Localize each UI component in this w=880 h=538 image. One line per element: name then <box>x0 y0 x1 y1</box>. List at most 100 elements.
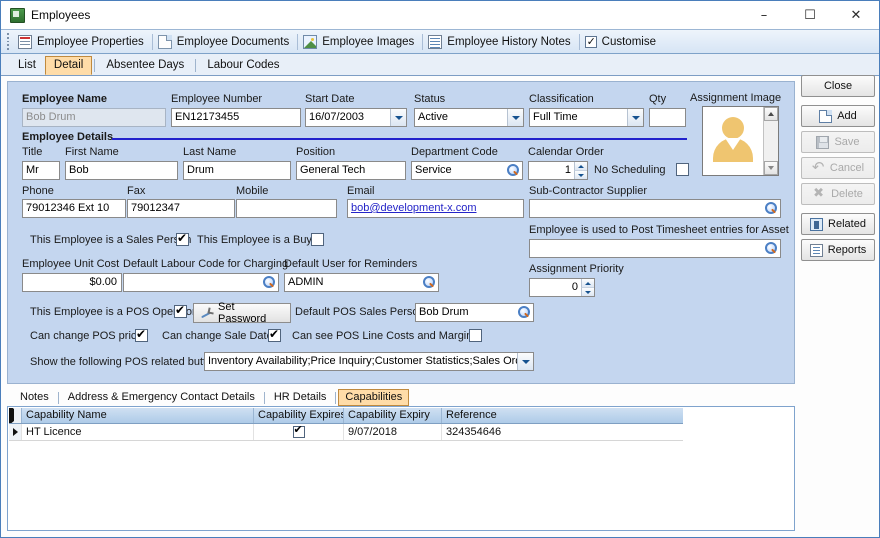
classification-combo[interactable]: Full Time <box>529 108 644 127</box>
group-divider <box>112 138 687 140</box>
set-password-label: Set Password <box>218 301 267 325</box>
window-controls: – ☐ ✕ <box>741 1 879 29</box>
stepper-buttons[interactable] <box>581 279 594 296</box>
tab-absentee-days[interactable]: Absentee Days <box>97 56 193 75</box>
add-button[interactable]: Add <box>801 105 875 127</box>
pos-buttons-combo[interactable]: Inventory Availability;Price Inquiry;Cus… <box>204 352 534 371</box>
tab-labour-codes[interactable]: Labour Codes <box>198 56 288 75</box>
stepper-up-icon[interactable] <box>581 279 594 288</box>
tab-notes[interactable]: Notes <box>13 389 56 406</box>
assignment-image-label: Assignment Image <box>690 92 782 104</box>
no-scheduling-checkbox[interactable] <box>676 163 689 176</box>
tab-separator <box>335 392 337 404</box>
stepper-down-icon[interactable] <box>581 288 594 296</box>
mobile-field[interactable] <box>236 199 337 218</box>
close-window-button[interactable]: ✕ <box>833 1 879 29</box>
is-pos-operator-checkbox[interactable] <box>174 303 187 318</box>
ribbon-item-customise[interactable]: Customise <box>581 31 663 52</box>
set-password-button[interactable]: Set Password <box>193 301 291 325</box>
employee-number-field[interactable]: EN12173455 <box>171 108 301 127</box>
phone-field[interactable]: 79012346 Ext 10 <box>22 199 126 218</box>
employee-unit-cost-label: Employee Unit Cost <box>22 258 120 270</box>
status-combo[interactable]: Active <box>414 108 524 127</box>
cell-capability-expires[interactable] <box>254 424 344 440</box>
close-button[interactable]: Close <box>801 75 875 97</box>
column-header-capability-expiry[interactable]: Capability Expiry <box>344 408 442 423</box>
email-field[interactable]: bob@development-x.com <box>347 199 524 218</box>
tab-address-emergency-contact-details[interactable]: Address & Emergency Contact Details <box>61 389 262 406</box>
start-date-combo[interactable]: 16/07/2003 <box>305 108 407 127</box>
close-button-label: Close <box>823 80 853 92</box>
timesheet-asset-lookup[interactable] <box>529 239 781 258</box>
maximize-button[interactable]: ☐ <box>787 1 833 29</box>
employee-name-field[interactable]: Bob Drum <box>22 108 166 127</box>
default-user-reminders-lookup[interactable]: ADMIN <box>284 273 439 292</box>
stepper-buttons[interactable] <box>574 162 587 179</box>
search-icon[interactable] <box>421 275 436 290</box>
chevron-down-icon[interactable] <box>517 353 533 370</box>
qty-field[interactable] <box>649 108 686 127</box>
cell-capability-name: HT Licence <box>22 424 254 440</box>
search-icon[interactable] <box>763 201 778 216</box>
assignment-image-box[interactable] <box>702 106 779 176</box>
search-icon[interactable] <box>261 275 276 290</box>
cancel-button[interactable]: Cancel <box>801 157 875 179</box>
save-button-label: Save <box>834 136 860 148</box>
calendar-order-stepper[interactable]: 1 <box>528 161 588 180</box>
assignment-image-scrollbar[interactable] <box>763 107 778 175</box>
email-link[interactable]: bob@development-x.com <box>351 202 477 214</box>
title-field[interactable]: Mr <box>22 161 60 180</box>
assignment-priority-label: Assignment Priority <box>529 263 624 275</box>
chevron-down-icon[interactable] <box>390 109 406 126</box>
tab-separator <box>57 392 59 404</box>
default-labour-code-lookup[interactable] <box>123 273 279 292</box>
sub-contractor-supplier-lookup[interactable] <box>529 199 781 218</box>
search-icon[interactable] <box>763 241 778 256</box>
delete-button[interactable]: Delete <box>801 183 875 205</box>
position-field[interactable]: General Tech <box>296 161 406 180</box>
ribbon-item-employee-history-notes[interactable]: Employee History Notes <box>424 31 577 52</box>
action-button-panel: Close Add Save Cancel Delete Related Rep… <box>801 75 875 265</box>
tab-hr-details[interactable]: HR Details <box>267 389 334 406</box>
chevron-down-icon[interactable] <box>507 109 523 126</box>
first-name-field[interactable]: Bob <box>65 161 178 180</box>
reports-button[interactable]: Reports <box>801 239 875 261</box>
ribbon-item-employee-images[interactable]: Employee Images <box>299 31 421 52</box>
minimize-button[interactable]: – <box>741 1 787 29</box>
last-name-field[interactable]: Drum <box>183 161 291 180</box>
capability-expires-checkbox[interactable] <box>292 424 305 438</box>
start-date-label: Start Date <box>305 93 355 105</box>
ribbon-label: Employee Images <box>322 35 415 48</box>
column-header-reference[interactable]: Reference <box>442 408 682 423</box>
default-pos-sales-person-lookup[interactable]: Bob Drum <box>415 303 534 322</box>
column-header-capability-expires[interactable]: Capability Expires <box>254 408 344 423</box>
toolbar-grip[interactable] <box>4 33 11 50</box>
can-see-pos-costs-checkbox[interactable] <box>469 329 482 342</box>
search-icon[interactable] <box>505 163 520 178</box>
ribbon-item-employee-properties[interactable]: Employee Properties <box>14 31 151 52</box>
chevron-down-icon[interactable] <box>627 109 643 126</box>
tab-list[interactable]: List <box>9 56 45 75</box>
title-label: Title <box>22 146 43 158</box>
is-sales-person-checkbox[interactable] <box>176 231 189 246</box>
save-button[interactable]: Save <box>801 131 875 153</box>
scroll-up-icon[interactable] <box>764 107 778 121</box>
column-header-capability-name[interactable]: Capability Name <box>22 408 254 423</box>
can-change-sale-date-checkbox[interactable] <box>268 327 281 342</box>
related-button[interactable]: Related <box>801 213 875 235</box>
employee-unit-cost-field[interactable]: $0.00 <box>22 273 122 292</box>
document-properties-icon <box>18 34 32 49</box>
scroll-down-icon[interactable] <box>764 161 778 175</box>
tab-capabilities[interactable]: Capabilities <box>338 389 410 406</box>
tab-detail[interactable]: Detail <box>44 56 93 75</box>
ribbon-item-employee-documents[interactable]: Employee Documents <box>154 31 297 52</box>
stepper-up-icon[interactable] <box>574 162 587 171</box>
is-buyer-checkbox[interactable] <box>311 233 324 246</box>
table-row[interactable]: HT Licence 9/07/2018 324354646 <box>9 424 683 441</box>
can-change-pos-prices-checkbox[interactable] <box>135 327 148 342</box>
department-code-lookup[interactable]: Service <box>411 161 523 180</box>
fax-field[interactable]: 79012347 <box>127 199 235 218</box>
assignment-priority-stepper[interactable]: 0 <box>529 278 595 297</box>
stepper-down-icon[interactable] <box>574 171 587 179</box>
search-icon[interactable] <box>516 305 531 320</box>
